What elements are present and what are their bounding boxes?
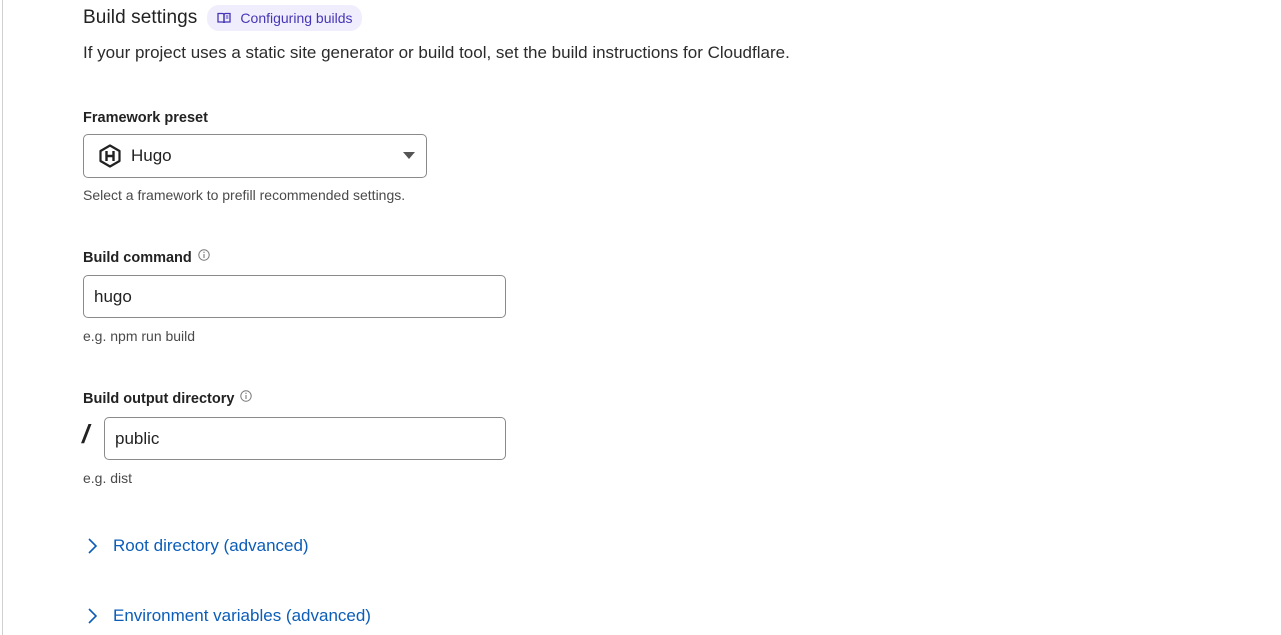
build-settings-page: Build settings Configuring builds If you…	[0, 0, 1281, 635]
section-header: Build settings Configuring builds	[83, 4, 362, 32]
info-icon[interactable]	[198, 249, 210, 261]
chevron-right-icon	[88, 538, 98, 554]
info-icon[interactable]	[240, 390, 253, 402]
build-output-directory-input[interactable]	[104, 417, 506, 460]
chevron-right-icon	[88, 608, 98, 624]
configuring-builds-link[interactable]: Configuring builds	[207, 5, 362, 31]
left-divider	[2, 0, 3, 635]
build-command-label-text: Build command	[83, 250, 192, 266]
framework-preset-select[interactable]: Hugo	[83, 134, 427, 178]
framework-preset-value: Hugo	[131, 146, 172, 165]
root-directory-expander[interactable]: Root directory (advanced)	[86, 536, 309, 556]
framework-preset-help: Select a framework to prefill recommende…	[83, 187, 406, 203]
output-directory-prefix: /	[82, 419, 90, 449]
build-output-directory-help: e.g. dist	[83, 470, 133, 486]
chevron-down-icon	[403, 152, 415, 159]
book-icon	[217, 12, 232, 24]
build-command-input[interactable]	[83, 275, 506, 318]
root-directory-label: Root directory (advanced)	[113, 536, 309, 555]
framework-preset-label-text: Framework preset	[83, 110, 208, 126]
build-command-label: Build command	[83, 249, 210, 266]
build-output-directory-label: Build output directory	[83, 390, 253, 407]
build-command-help: e.g. npm run build	[83, 328, 196, 344]
framework-preset-label: Framework preset	[83, 110, 208, 126]
environment-variables-expander[interactable]: Environment variables (advanced)	[86, 606, 371, 626]
section-title: Build settings	[83, 7, 198, 28]
section-description: If your project uses a static site gener…	[83, 43, 790, 62]
build-output-directory-label-text: Build output directory	[83, 391, 235, 407]
hugo-logo-icon	[99, 144, 121, 168]
configuring-builds-label: Configuring builds	[240, 10, 353, 26]
environment-variables-label: Environment variables (advanced)	[113, 606, 371, 625]
